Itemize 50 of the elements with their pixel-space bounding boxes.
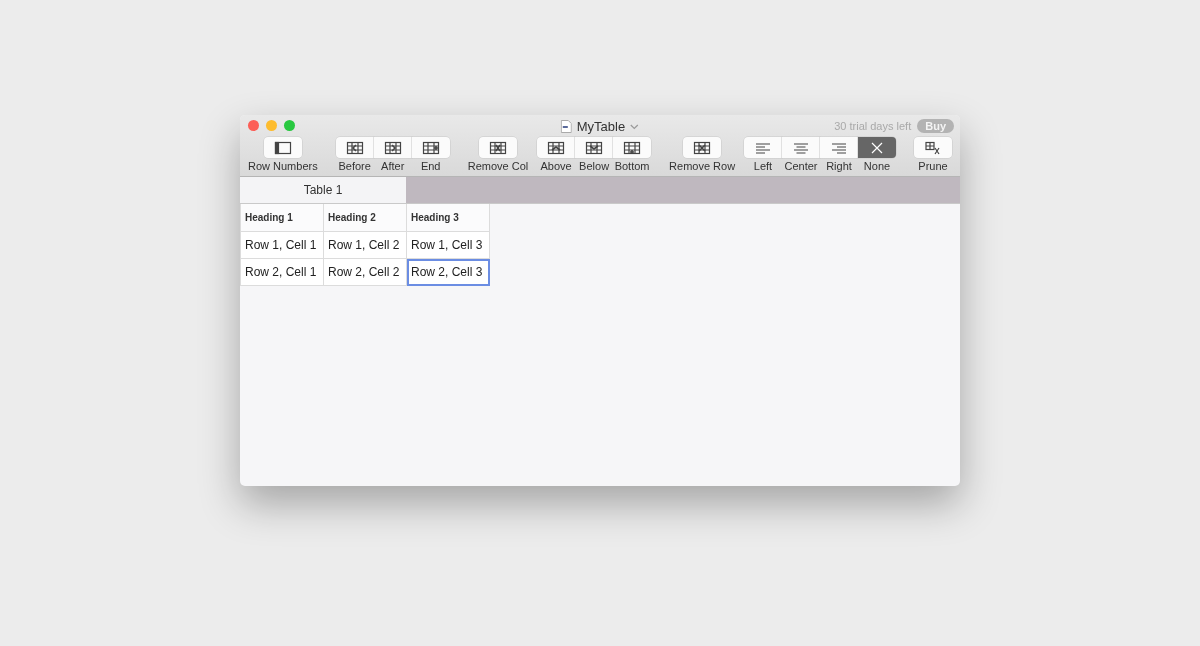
toolbar-label: Remove Col [467,160,529,172]
table-cell[interactable]: Row 1, Cell 1 [240,231,324,259]
toolbar-label: Remove Row [669,160,736,172]
trial-notice: 30 trial days left [834,119,912,132]
insert-column-icon [383,140,402,155]
toolbar-label: Below [579,160,610,172]
toolbar-label: Center [784,160,818,172]
column-header[interactable]: Heading 2 [323,204,407,232]
delete-row-icon [693,140,712,155]
toolbar-button[interactable] [613,137,652,158]
toolbar-label: End [420,160,441,172]
table-cell[interactable]: Row 1, Cell 2 [323,231,407,259]
align-left-icon [754,140,772,155]
insert-row-icon [585,140,604,155]
table-cell[interactable]: Row 2, Cell 3 [406,258,490,286]
toolbar-button[interactable] [858,137,896,158]
toolbar-button[interactable] [683,137,722,158]
column-header[interactable]: Heading 3 [406,204,490,232]
align-center-icon [792,140,810,155]
toolbar-button[interactable] [575,137,614,158]
insert-column-icon [345,140,364,155]
align-right-icon [830,140,848,155]
toolbar-button[interactable] [914,137,952,158]
toolbar-button[interactable] [411,137,450,158]
column-header[interactable]: Heading 1 [240,204,324,232]
sheet-tab[interactable]: Table 1 [240,177,406,203]
toolbar-button[interactable] [335,137,374,158]
document-icon [560,120,572,133]
delete-column-icon [488,140,507,155]
toolbar-label: After [381,160,405,172]
add-row-icon [623,140,642,155]
toolbar-label: Row Numbers [248,160,318,172]
add-column-icon [421,140,440,155]
toolbar-button[interactable] [478,137,517,158]
toolbar-button[interactable] [537,137,576,158]
toolbar-label: Bottom [614,160,650,172]
toolbar-label: Left [753,160,773,172]
toolbar-label: Prune [918,160,948,172]
toolbar-label: None [863,160,891,172]
toolbar-button[interactable] [373,137,412,158]
sidebar-panel-icon [273,140,292,155]
insert-row-icon [547,140,566,155]
window-title: MyTable [576,119,626,134]
table-cell[interactable]: Row 1, Cell 3 [406,231,490,259]
toolbar-label: Right [826,160,852,172]
toolbar-label: Before [338,160,371,172]
toolbar-label: Above [540,160,572,172]
toolbar-button[interactable] [263,137,302,158]
table-cell[interactable]: Row 2, Cell 1 [240,258,324,286]
table-cell[interactable]: Row 2, Cell 2 [323,258,407,286]
